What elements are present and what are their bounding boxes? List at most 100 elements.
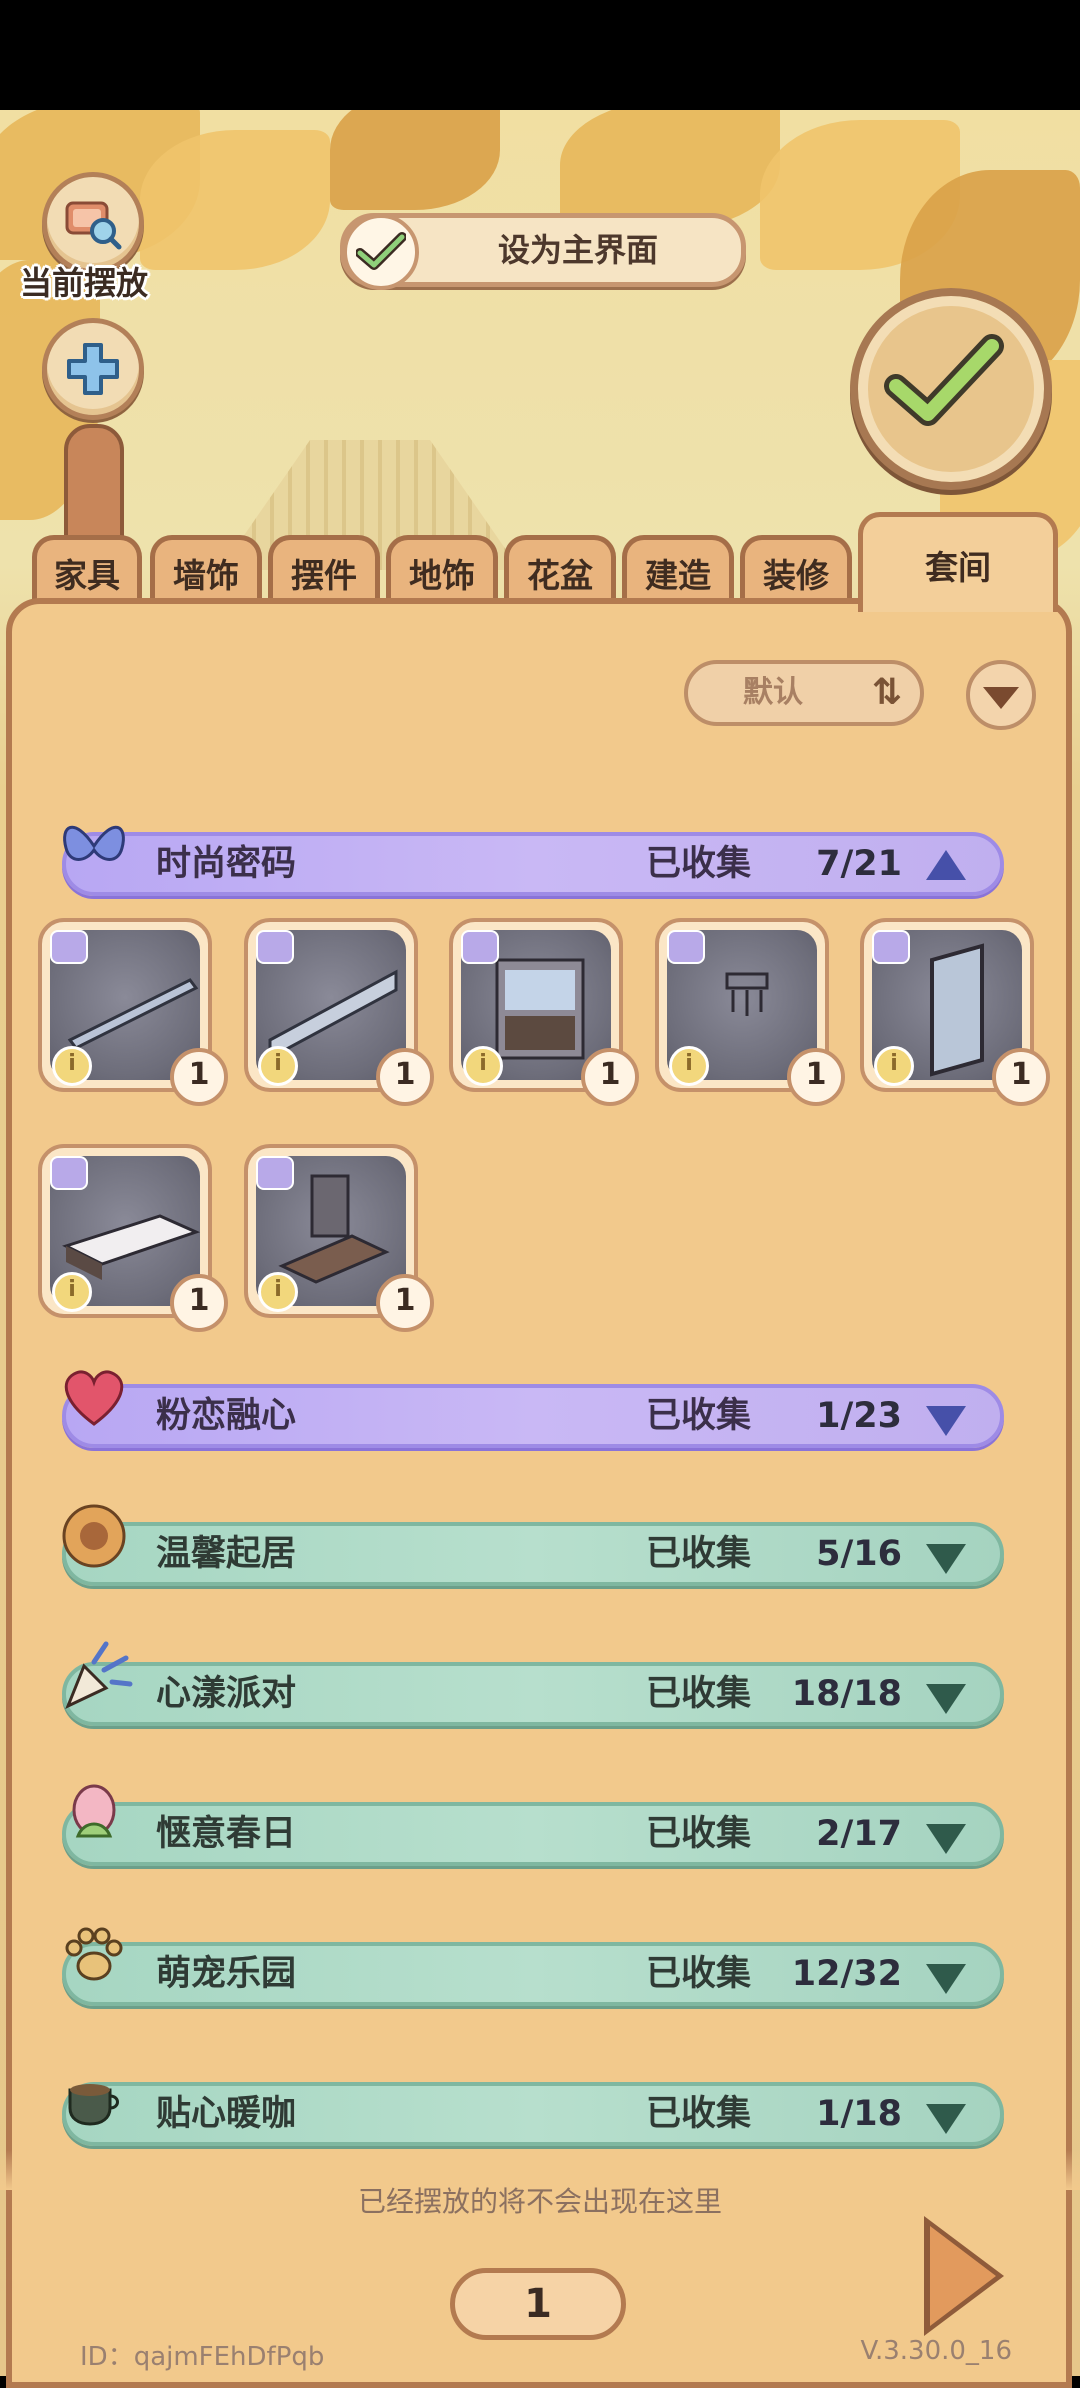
collected-label: 已收集: [646, 844, 752, 884]
next-arrow-icon: [930, 2226, 996, 2326]
collected-label: 已收集: [646, 2094, 752, 2134]
set-as-main-button[interactable]: 设为主界面: [340, 213, 746, 290]
set-badge-icon: [872, 930, 910, 964]
current-placement-label: 当前摆放: [20, 264, 149, 302]
item-card[interactable]: i 1: [860, 918, 1050, 1106]
info-icon[interactable]: i: [52, 1046, 92, 1086]
item-quantity: 1: [376, 1048, 434, 1106]
item-card[interactable]: i 1: [244, 918, 434, 1106]
tab-ornaments[interactable]: 摆件: [268, 535, 380, 605]
expand-triangle-icon: [926, 1824, 966, 1854]
collected-count: 5/16: [816, 1534, 902, 1574]
collected-count: 1/23: [816, 1396, 902, 1436]
check-icon: [356, 232, 406, 270]
info-icon[interactable]: i: [669, 1046, 709, 1086]
tab-wall-decor[interactable]: 墙饰: [150, 535, 262, 605]
item-card[interactable]: i 1: [449, 918, 639, 1106]
info-icon[interactable]: i: [874, 1046, 914, 1086]
set-badge-icon: [50, 1156, 88, 1190]
set-as-main-label: 设为主界面: [497, 231, 658, 269]
expand-triangle-icon: [926, 1544, 966, 1574]
info-icon[interactable]: i: [258, 1272, 298, 1312]
plus-icon: [67, 343, 119, 395]
item-quantity: 1: [787, 1048, 845, 1106]
collected-count: 18/18: [791, 1674, 902, 1714]
set-header-fashion-code[interactable]: 时尚密码 已收集 7/21: [62, 825, 1004, 896]
set-header-pink-love[interactable]: 粉恋融心 已收集 1/23: [62, 1370, 1004, 1448]
sort-button[interactable]: 默认 ⇅: [684, 660, 924, 726]
collected-label: 已收集: [646, 1534, 752, 1574]
info-icon[interactable]: i: [52, 1272, 92, 1312]
butterfly-icon: [63, 825, 125, 861]
collected-count: 12/32: [791, 1954, 902, 1994]
expand-triangle-icon: [926, 2104, 966, 2134]
user-id: ID：qajmFEhDfPqb: [80, 2342, 325, 2372]
collected-label: 已收集: [646, 1674, 752, 1714]
set-header-cozy-living[interactable]: 温馨起居 已收集 5/16: [62, 1504, 1004, 1586]
leaf-decoration: [560, 110, 780, 230]
flower-bud-icon: [72, 1784, 116, 1838]
paw-icon: [65, 1927, 123, 1981]
item-card[interactable]: i 1: [655, 918, 845, 1106]
item-quantity: 1: [376, 1274, 434, 1332]
collected-count: 7/21: [816, 844, 902, 884]
tab-building[interactable]: 建造: [622, 535, 734, 605]
tab-flower-pots[interactable]: 花盆: [504, 535, 616, 605]
tab-renovation[interactable]: 装修: [740, 535, 852, 605]
collected-label: 已收集: [646, 1954, 752, 1994]
tab-furniture[interactable]: 家具: [32, 535, 142, 605]
footer-note: 已经摆放的将不会出现在这里: [357, 2185, 722, 2218]
filter-dropdown-button[interactable]: [966, 660, 1036, 730]
set-header-spring-day[interactable]: 惬意春日 已收集 2/17: [62, 1784, 1004, 1866]
item-quantity: 1: [170, 1274, 228, 1332]
collected-label: 已收集: [646, 1396, 752, 1436]
expand-triangle-icon: [926, 1684, 966, 1714]
item-quantity: 1: [992, 1048, 1050, 1106]
coffee-cup-icon: [68, 2084, 119, 2126]
set-name: 心漾派对: [156, 1674, 297, 1714]
set-badge-icon: [256, 930, 294, 964]
info-icon[interactable]: i: [258, 1046, 298, 1086]
item-card[interactable]: i 1: [38, 918, 228, 1106]
tab-suites[interactable]: 套间: [858, 512, 1058, 612]
set-name: 贴心暖咖: [156, 2094, 297, 2134]
item-quantity: 1: [581, 1048, 639, 1106]
status-bar: [0, 0, 1080, 110]
set-name: 粉恋融心: [156, 1396, 297, 1436]
version-label: V.3.30.0_16: [860, 2336, 1012, 2366]
sunflower-icon: [62, 1504, 126, 1568]
leaf-decoration: [140, 130, 330, 270]
set-badge-icon: [667, 930, 705, 964]
set-header-party[interactable]: 心漾派对 已收集 18/18: [62, 1641, 1004, 1726]
collected-label: 已收集: [646, 1814, 752, 1854]
set-name: 萌宠乐园: [156, 1954, 297, 1994]
sort-order-icon: ⇅: [871, 672, 902, 713]
checkbox[interactable]: [343, 214, 419, 290]
item-quantity: 1: [170, 1048, 228, 1106]
collapse-triangle-icon: [926, 850, 966, 880]
heart-icon: [64, 1370, 124, 1426]
collected-count: 2/17: [816, 1814, 902, 1854]
set-header-pet-park[interactable]: 萌宠乐园 已收集 12/32: [62, 1927, 1004, 2006]
confirm-button[interactable]: [850, 288, 1052, 490]
leaf-decoration: [330, 110, 500, 210]
item-card[interactable]: i 1: [244, 1144, 434, 1332]
page-indicator[interactable]: 1: [450, 2268, 626, 2340]
set-name: 温馨起居: [156, 1534, 297, 1574]
check-icon: [884, 334, 1004, 426]
set-badge-icon: [256, 1156, 294, 1190]
search-layout-icon: [65, 201, 122, 250]
sort-label: 默认: [743, 675, 803, 710]
expand-triangle-icon: [926, 1406, 966, 1436]
party-popper-icon: [65, 1641, 133, 1709]
chevron-down-icon: [983, 687, 1019, 709]
set-name: 时尚密码: [156, 844, 297, 884]
item-card[interactable]: i 1: [38, 1144, 228, 1332]
set-header-warm-cafe[interactable]: 贴心暖咖 已收集 1/18: [62, 2082, 1004, 2146]
set-badge-icon: [50, 930, 88, 964]
tab-floor-decor[interactable]: 地饰: [386, 535, 498, 605]
expand-triangle-icon: [926, 1964, 966, 1994]
info-icon[interactable]: i: [463, 1046, 503, 1086]
set-name: 惬意春日: [156, 1814, 297, 1854]
add-button[interactable]: [42, 318, 144, 420]
